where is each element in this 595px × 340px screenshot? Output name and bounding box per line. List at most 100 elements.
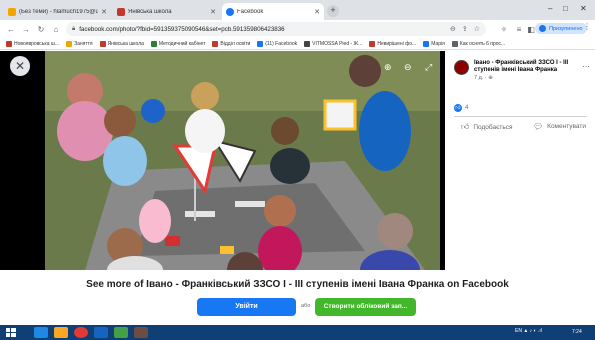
bookmark-label: Новоявровська ш... [14, 40, 60, 47]
bookmarks-bar: Новоявровська ш... Заняття Янівська школа М… [0, 38, 595, 50]
reload-icon[interactable]: ↻ [37, 25, 45, 34]
create-account-button[interactable]: Створити обліковий зап... [315, 298, 416, 316]
excel-icon[interactable] [114, 327, 128, 338]
reactions-summary[interactable]: 👍︎ 4 [454, 104, 468, 112]
tab-close-icon[interactable]: ✕ [314, 8, 320, 16]
bookmark-icon [6, 40, 12, 47]
page-avatar[interactable] [454, 60, 469, 75]
bookmark-item[interactable]: VITMOSSA Pied - Ж... [304, 40, 363, 47]
profile-button[interactable]: Призупинено [535, 23, 587, 34]
like-label: Подобається [473, 123, 513, 131]
bookmark-label: (11) Facebook [265, 40, 298, 47]
thumbs-up-icon: 👍︎ [461, 122, 470, 131]
ie-icon[interactable] [34, 327, 48, 338]
login-button[interactable]: Увійти [197, 298, 296, 316]
address-bar[interactable]: 🔒︎ facebook.com/photo/?fbid=591359375090… [66, 22, 486, 36]
zoom-in-icon[interactable]: ⊕ [384, 62, 392, 73]
browser-menu-icon[interactable]: ⋮ [583, 22, 591, 31]
bookmark-icon [451, 40, 458, 47]
comment-icon: 💬︎ [533, 122, 544, 131]
taskbar: EN ▲ ♪ ◐ .ıl 7:24 [0, 325, 595, 340]
browser-toolbar: ← → ↻ ⌂ 🔒︎ facebook.com/photo/?fbid=5913… [0, 20, 595, 38]
bookmark-icon [369, 40, 376, 47]
url-text: facebook.com/photo/?fbid=591359375090546… [79, 25, 285, 33]
tab-mail[interactable]: (Без теми) - hlamuch1975@ukr.net ✕ [4, 3, 111, 20]
forward-icon[interactable]: → [22, 25, 30, 34]
bookmark-label: Невирішені фо... [377, 40, 417, 47]
facebook-icon [226, 7, 234, 16]
reading-list-icon[interactable]: ≡ [515, 25, 523, 34]
tab-close-icon[interactable]: ✕ [210, 8, 216, 16]
post-sidebar: Івано - Франківський ЗЗСО І - ІІІ ступен… [445, 51, 595, 270]
word-icon[interactable] [94, 327, 108, 338]
bookmark-item[interactable]: (11) Facebook [257, 40, 298, 47]
file-explorer-icon[interactable] [54, 327, 68, 338]
like-button[interactable]: 👍︎ Подобається [461, 122, 513, 132]
bookmark-label: VITMOSSA Pied - Ж... [312, 40, 363, 47]
more-options-icon[interactable]: ⋯ [582, 62, 590, 71]
comment-button[interactable]: 💬︎ Коментувати [533, 122, 586, 131]
close-window-button[interactable]: ✕ [580, 4, 587, 13]
avatar [539, 25, 546, 32]
zoom-icon[interactable]: ⊖ [450, 25, 456, 33]
post-meta: 7 д. · ⊕ [474, 75, 493, 81]
tab-title: Янівська школа [128, 8, 172, 15]
app-icon[interactable] [134, 327, 148, 338]
login-prompt: See more of Івано - Франківський ЗЗСО І … [0, 270, 595, 325]
bookmark-item[interactable]: Янівська школа [99, 40, 144, 47]
bookmark-icon [150, 40, 157, 47]
tab-facebook[interactable]: Facebook ✕ [222, 3, 324, 20]
zoom-out-icon[interactable]: ⊖ [404, 62, 412, 73]
login-prompt-title: See more of Івано - Франківський ЗЗСО І … [86, 279, 509, 290]
page-name-link[interactable]: Івано - Франківський ЗЗСО І - ІІІ ступен… [474, 60, 582, 74]
like-reaction-icon: 👍︎ [454, 104, 462, 112]
back-icon[interactable]: ← [7, 25, 15, 34]
home-icon[interactable]: ⌂ [52, 25, 60, 34]
bookmark-icon [423, 40, 430, 47]
tab-title: Facebook [237, 8, 264, 15]
bookmark-label: Янівська школа [107, 40, 144, 47]
photo-viewer: ✕ ⊕ ⊖ ⤢ [0, 51, 445, 270]
bookmark-icon [257, 40, 264, 47]
reactions-count: 4 [465, 105, 469, 111]
system-tray[interactable]: EN ▲ ♪ ◐ .ıl [515, 328, 542, 334]
bookmark-item[interactable]: Новоявровська ш... [6, 40, 60, 47]
chrome-icon[interactable] [74, 327, 88, 338]
bookmark-item[interactable]: Заняття [66, 40, 93, 47]
post-photo[interactable] [45, 51, 440, 270]
maximize-button[interactable]: □ [563, 4, 568, 13]
bookmark-item[interactable]: Марія [423, 40, 445, 47]
bookmark-item[interactable]: Методичний кабінет [150, 40, 206, 47]
minimize-button[interactable]: – [548, 4, 552, 13]
close-viewer-button[interactable]: ✕ [10, 56, 30, 76]
new-tab-button[interactable]: + [327, 5, 339, 17]
profile-label: Призупинено [549, 25, 583, 32]
bookmark-icon [304, 40, 311, 47]
bookmark-icon [212, 40, 219, 47]
clock[interactable]: 7:24 [572, 329, 582, 335]
bookmark-icon [99, 40, 106, 47]
comment-label: Коментувати [547, 123, 586, 130]
divider [454, 116, 587, 117]
bookmark-item[interactable]: Как оснять 6 прос... [451, 40, 506, 47]
tab-title: (Без теми) - hlamuch1975@ukr.net [19, 8, 99, 15]
tab-close-icon[interactable]: ✕ [101, 8, 107, 16]
tab-school[interactable]: Янівська школа ✕ [113, 3, 220, 20]
extensions-icon[interactable]: ✧ [500, 25, 508, 34]
tab-strip: (Без теми) - hlamuch1975@ukr.net ✕ Янівс… [0, 0, 595, 20]
bookmark-label: Відділ освіти [220, 40, 251, 47]
windows-start-icon[interactable] [4, 327, 18, 338]
share-icon[interactable]: ⇪ [462, 25, 468, 33]
bookmark-item[interactable]: Відділ освіти [212, 40, 251, 47]
side-panel-icon[interactable]: ◧ [527, 25, 535, 34]
star-icon[interactable]: ☆ [474, 25, 480, 33]
bookmark-icon [66, 40, 73, 47]
bookmark-item[interactable]: Невирішені фо... [369, 40, 417, 47]
or-label: або [301, 303, 311, 309]
mail-icon [8, 7, 16, 16]
bookmark-label: Методичний кабінет [158, 40, 206, 47]
bookmark-label: Как оснять 6 прос... [459, 40, 506, 47]
fullscreen-icon[interactable]: ⤢ [425, 62, 432, 73]
bookmark-label: Заняття [74, 40, 93, 47]
bookmark-label: Марія [431, 40, 445, 47]
